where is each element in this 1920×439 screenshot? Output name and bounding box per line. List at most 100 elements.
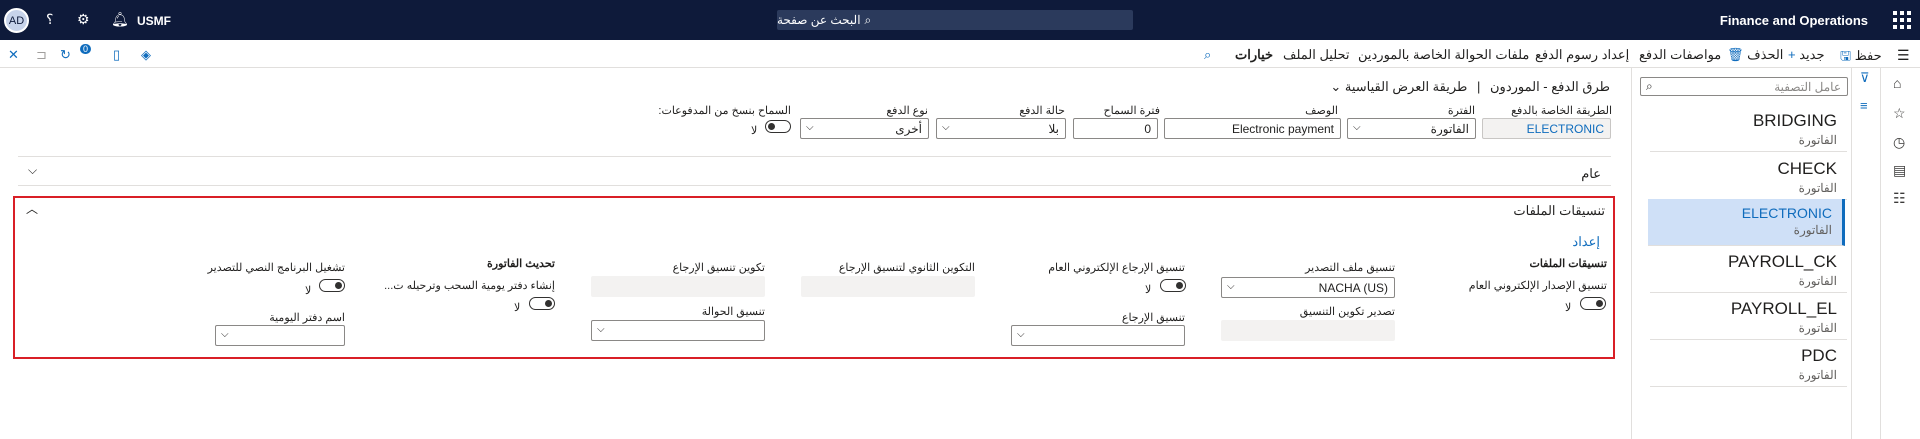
return-config-field [591, 276, 765, 297]
list-item[interactable]: PDC الفاتورة [1650, 340, 1847, 387]
export-config-label: تصدير تكوين التنسيق [1299, 306, 1395, 318]
list-item[interactable]: CHECK الفاتورة [1650, 153, 1847, 200]
filter-icon[interactable]: ⊽ [1860, 70, 1870, 86]
chevron-down-icon[interactable]: ⌵ [28, 163, 37, 178]
workspaces-icon[interactable]: ▤ [1893, 162, 1906, 179]
app-title[interactable]: Finance and Operations [1720, 13, 1868, 28]
refresh-icon[interactable]: ↻ [60, 47, 71, 63]
popout-icon[interactable]: ⊐ [36, 47, 47, 63]
allow-copy-toggle[interactable] [765, 120, 791, 133]
payment-specs-button[interactable]: مواصفات الدفع [1639, 47, 1721, 63]
top-nav-bar: Finance and Operations ⌕ البحث عن صفحة A… [0, 0, 1920, 40]
list-item-selected[interactable]: ELECTRONIC الفاتورة [1648, 199, 1845, 246]
modules-icon[interactable]: ☷ [1893, 190, 1906, 207]
chevron-down-icon: ⌵ [1227, 281, 1235, 292]
allow-copy-value: لا [751, 125, 758, 137]
file-formats-fasttab[interactable]: تنسيقات الملفات ︿ [18, 198, 1611, 228]
chevron-down-icon: ⌵ [942, 122, 950, 133]
filter-input[interactable]: عامل التصفية ⌕ [1640, 77, 1848, 96]
run-script-value: لا [305, 285, 312, 297]
setup-link[interactable]: إعداد [1572, 234, 1600, 250]
save-icon: 🖫︎ [1840, 48, 1852, 63]
method-field[interactable]: ELECTRONIC [1482, 118, 1611, 139]
journal-name-select[interactable]: ⌵ [215, 325, 345, 346]
status-label: حالة الدفع [1019, 105, 1065, 117]
plus-icon: + [1788, 47, 1796, 62]
return-config-label: تكوين تنسيق الإرجاع [672, 262, 765, 274]
status-select[interactable]: بلا ⌵ [936, 118, 1066, 139]
period-label: الفترة [1447, 105, 1475, 117]
options-button[interactable]: خيارات [1235, 47, 1273, 63]
view-selector[interactable]: طريقة العرض القياسية [1345, 79, 1467, 94]
save-button[interactable]: 🖫︎ حفظ [1840, 47, 1882, 69]
remittance-select[interactable]: ⌵ [591, 320, 765, 341]
create-journal-label: إنشاء دفتر يومية السحب وترحيله ت... [384, 280, 555, 292]
run-script-toggle[interactable] [319, 279, 345, 292]
generic-export-label: تنسيق الإصدار الإلكتروني العام [1468, 280, 1607, 292]
period-select[interactable]: الفاتورة ⌵ [1347, 118, 1476, 139]
chevron-up-icon[interactable]: ︿ [26, 200, 38, 217]
method-label: الطريقة الخاصة بالدفع [1511, 105, 1612, 117]
favorites-icon[interactable]: ☆ [1893, 105, 1906, 122]
generic-return-value: لا [1145, 284, 1152, 296]
recent-icon[interactable]: ◷ [1893, 134, 1905, 151]
list-icon[interactable]: ≡ [1860, 98, 1868, 113]
description-field[interactable]: Electronic payment [1164, 118, 1341, 139]
new-button[interactable]: + جديد [1788, 47, 1825, 63]
vendor-remittance-button[interactable]: ملفات الحوالة الخاصة بالموردين [1358, 47, 1529, 63]
gear-icon[interactable]: ⚙ [77, 11, 90, 28]
chevron-down-icon: ⌵ [597, 324, 605, 335]
bell-icon[interactable]: 🔔︎ [111, 11, 129, 28]
return-format-label: تنسيق الإرجاع [1121, 312, 1185, 324]
search-icon: ⌕ [864, 12, 872, 27]
list-item[interactable]: PAYROLL_CK الفاتورة [1650, 246, 1847, 293]
waffle-icon[interactable] [1893, 11, 1911, 29]
type-select[interactable]: أخرى ⌵ [800, 118, 929, 139]
help-icon[interactable]: ؟ [46, 11, 53, 28]
avatar[interactable]: AD [4, 8, 29, 33]
generic-return-toggle[interactable] [1160, 279, 1186, 292]
grace-field[interactable]: 0 [1073, 118, 1158, 139]
general-tab-title: عام [1581, 166, 1601, 181]
action-pane: ☰ 🖫︎ حفظ + جديد 🗑︎ الحذف مواصفات الدفع إ… [0, 40, 1920, 68]
list-item[interactable]: PAYROLL_EL الفاتورة [1650, 293, 1847, 340]
general-fasttab[interactable]: عام ⌵ [18, 156, 1611, 186]
description-label: الوصف [1305, 105, 1338, 117]
generic-export-toggle[interactable] [1580, 297, 1606, 310]
company-picker[interactable]: USMF [137, 14, 171, 28]
home-icon[interactable]: ⌂ [1893, 75, 1901, 91]
attach-icon[interactable]: ▯ [113, 47, 120, 63]
return-format-select[interactable]: ⌵ [1011, 325, 1185, 346]
notification-badge[interactable]: 0 [80, 44, 92, 54]
close-icon[interactable]: ✕ [8, 47, 19, 63]
generic-export-value: لا [1565, 302, 1572, 314]
list-pane: عامل التصفية ⌕ BRIDGING الفاتورة CHECK الف… [1631, 68, 1851, 439]
chevron-down-icon: ⌵ [221, 329, 229, 340]
delete-button[interactable]: 🗑︎ الحذف [1727, 47, 1783, 63]
generic-return-label: تنسيق الإرجاع الإلكتروني العام [1048, 262, 1185, 274]
create-journal-toggle[interactable] [529, 297, 555, 310]
grace-label: فترة السماح [1103, 105, 1161, 117]
export-format-select[interactable]: NACHA (US) ⌵ [1221, 277, 1395, 298]
office-icon[interactable]: ◈ [141, 47, 151, 63]
file-formats-tab-title: تنسيقات الملفات [1513, 203, 1605, 218]
search-icon: ⌕ [1646, 79, 1653, 93]
payment-fees-button[interactable]: إعداد رسوم الدفع [1535, 47, 1629, 63]
page-search-input[interactable]: ⌕ البحث عن صفحة [777, 10, 1133, 30]
type-label: نوع الدفع [886, 105, 928, 117]
hamburger-icon[interactable]: ☰ [1897, 47, 1910, 64]
breadcrumb: طرق الدفع - الموردون | طريقة العرض القيا… [1330, 79, 1610, 94]
list-item[interactable]: BRIDGING الفاتورة [1650, 105, 1847, 152]
chevron-down-icon[interactable]: ⌄ [1330, 79, 1341, 94]
search-icon[interactable]: ⌕ [1204, 47, 1211, 63]
remittance-label: تنسيق الحوالة [701, 306, 765, 318]
filter-strip: ⊽ ≡ [1851, 68, 1880, 439]
export-config-field [1221, 320, 1395, 341]
trash-icon: 🗑︎ [1727, 47, 1744, 62]
secondary-return-label: التكوين الثانوي لتنسيق الإرجاع [838, 262, 975, 274]
file-analysis-button[interactable]: تحليل الملف [1283, 47, 1350, 63]
journal-name-label: اسم دفتر اليومية [269, 312, 345, 324]
file-formats-section-label: تنسيقات الملفات [1529, 258, 1607, 270]
chevron-down-icon: ⌵ [1353, 122, 1361, 133]
chevron-down-icon: ⌵ [806, 122, 814, 133]
